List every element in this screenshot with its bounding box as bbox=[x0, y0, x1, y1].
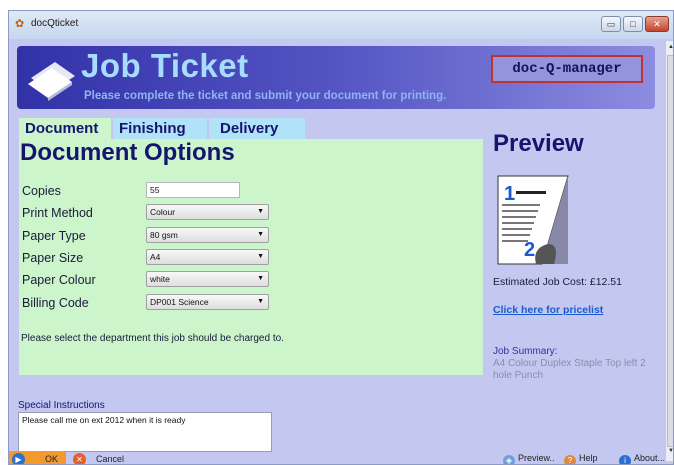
paper-size-select[interactable]: A4 ▼ bbox=[146, 249, 269, 265]
print-method-value: Colour bbox=[150, 207, 176, 217]
paper-size-label: Paper Size bbox=[22, 251, 84, 265]
paper-type-select[interactable]: 80 gsm ▼ bbox=[146, 227, 269, 243]
billing-code-value: DP001 Science bbox=[150, 297, 209, 307]
ok-label: OK bbox=[45, 454, 59, 464]
banner-title: Job Ticket bbox=[81, 47, 249, 84]
banner-subtitle: Please complete the ticket and submit yo… bbox=[84, 90, 447, 102]
ok-button[interactable]: ▶ OK bbox=[9, 451, 66, 464]
cancel-button[interactable]: ✕ Cancel bbox=[73, 451, 143, 464]
scroll-thumb[interactable] bbox=[667, 55, 673, 447]
preview-title: Preview bbox=[493, 130, 584, 157]
copies-label: Copies bbox=[22, 184, 61, 198]
chevron-down-icon: ▼ bbox=[257, 231, 264, 238]
close-button[interactable]: ✕ bbox=[645, 16, 669, 32]
minimize-button[interactable]: ▭ bbox=[601, 16, 621, 32]
help-button[interactable]: ? Help bbox=[564, 453, 598, 464]
info-icon: i bbox=[619, 455, 631, 464]
paper-colour-value: white bbox=[150, 274, 170, 284]
cancel-label: Cancel bbox=[96, 454, 125, 464]
preview-button[interactable]: ◈ Preview.. bbox=[503, 453, 555, 464]
paper-stack-icon bbox=[28, 62, 75, 101]
app-window: ✿ docQticket ▭ □ ✕ Job Ticket Please com… bbox=[8, 10, 674, 465]
document-options-panel: Document Options Copies 55 Print Method … bbox=[19, 139, 483, 375]
job-summary-label: Job Summary: bbox=[493, 346, 558, 357]
billing-hint: Please select the department this job sh… bbox=[21, 333, 284, 344]
brand-logo: doc-Q-manager bbox=[491, 55, 643, 83]
chevron-down-icon: ▼ bbox=[257, 298, 264, 305]
tab-document[interactable]: Document bbox=[19, 118, 111, 139]
copies-input[interactable]: 55 bbox=[146, 182, 240, 198]
document-preview-icon: 1 2 bbox=[497, 175, 569, 265]
paper-colour-label: Paper Colour bbox=[22, 273, 96, 287]
print-method-label: Print Method bbox=[22, 206, 93, 220]
header-banner: Job Ticket Please complete the ticket an… bbox=[17, 46, 655, 109]
app-icon: ✿ bbox=[15, 18, 25, 30]
help-icon: ? bbox=[564, 455, 576, 464]
about-button-label: About... bbox=[634, 453, 666, 463]
scroll-down-icon[interactable]: ▼ bbox=[666, 445, 673, 457]
tab-finishing[interactable]: Finishing bbox=[113, 118, 207, 139]
svg-text:2: 2 bbox=[524, 239, 535, 261]
vertical-scrollbar[interactable]: ▲ ▼ bbox=[665, 41, 673, 461]
billing-code-label: Billing Code bbox=[22, 296, 89, 310]
maximize-button[interactable]: □ bbox=[623, 16, 643, 32]
job-summary-text: A4 Colour Duplex Staple Top left 2 hole … bbox=[493, 358, 646, 381]
chevron-down-icon: ▼ bbox=[257, 253, 264, 260]
help-button-label: Help bbox=[579, 453, 598, 463]
pricelist-link[interactable]: Click here for pricelist bbox=[493, 304, 603, 316]
title-bar: ✿ docQticket ▭ □ ✕ bbox=[9, 11, 673, 39]
scroll-up-icon[interactable]: ▲ bbox=[666, 41, 673, 53]
special-instructions-label: Special Instructions bbox=[18, 400, 105, 411]
preview-icon: ◈ bbox=[503, 455, 515, 464]
billing-code-select[interactable]: DP001 Science ▼ bbox=[146, 294, 269, 310]
about-button[interactable]: i About... bbox=[619, 453, 666, 464]
svg-text:1: 1 bbox=[504, 183, 515, 205]
window-title: docQticket bbox=[31, 18, 79, 29]
chevron-down-icon: ▼ bbox=[257, 275, 264, 282]
paper-type-value: 80 gsm bbox=[150, 230, 178, 240]
paper-colour-select[interactable]: white ▼ bbox=[146, 271, 269, 287]
section-title: Document Options bbox=[20, 139, 235, 166]
play-arrow-icon: ▶ bbox=[12, 453, 25, 464]
print-method-select[interactable]: Colour ▼ bbox=[146, 204, 269, 220]
paper-size-value: A4 bbox=[150, 252, 161, 262]
preview-button-label: Preview.. bbox=[518, 453, 555, 463]
cancel-x-icon: ✕ bbox=[73, 453, 86, 464]
special-instructions-input[interactable]: Please call me on ext 2012 when it is re… bbox=[18, 412, 272, 452]
paper-type-label: Paper Type bbox=[22, 229, 86, 243]
estimated-cost: Estimated Job Cost: £12.51 bbox=[493, 276, 622, 288]
chevron-down-icon: ▼ bbox=[257, 208, 264, 215]
tab-delivery[interactable]: Delivery bbox=[209, 118, 305, 139]
